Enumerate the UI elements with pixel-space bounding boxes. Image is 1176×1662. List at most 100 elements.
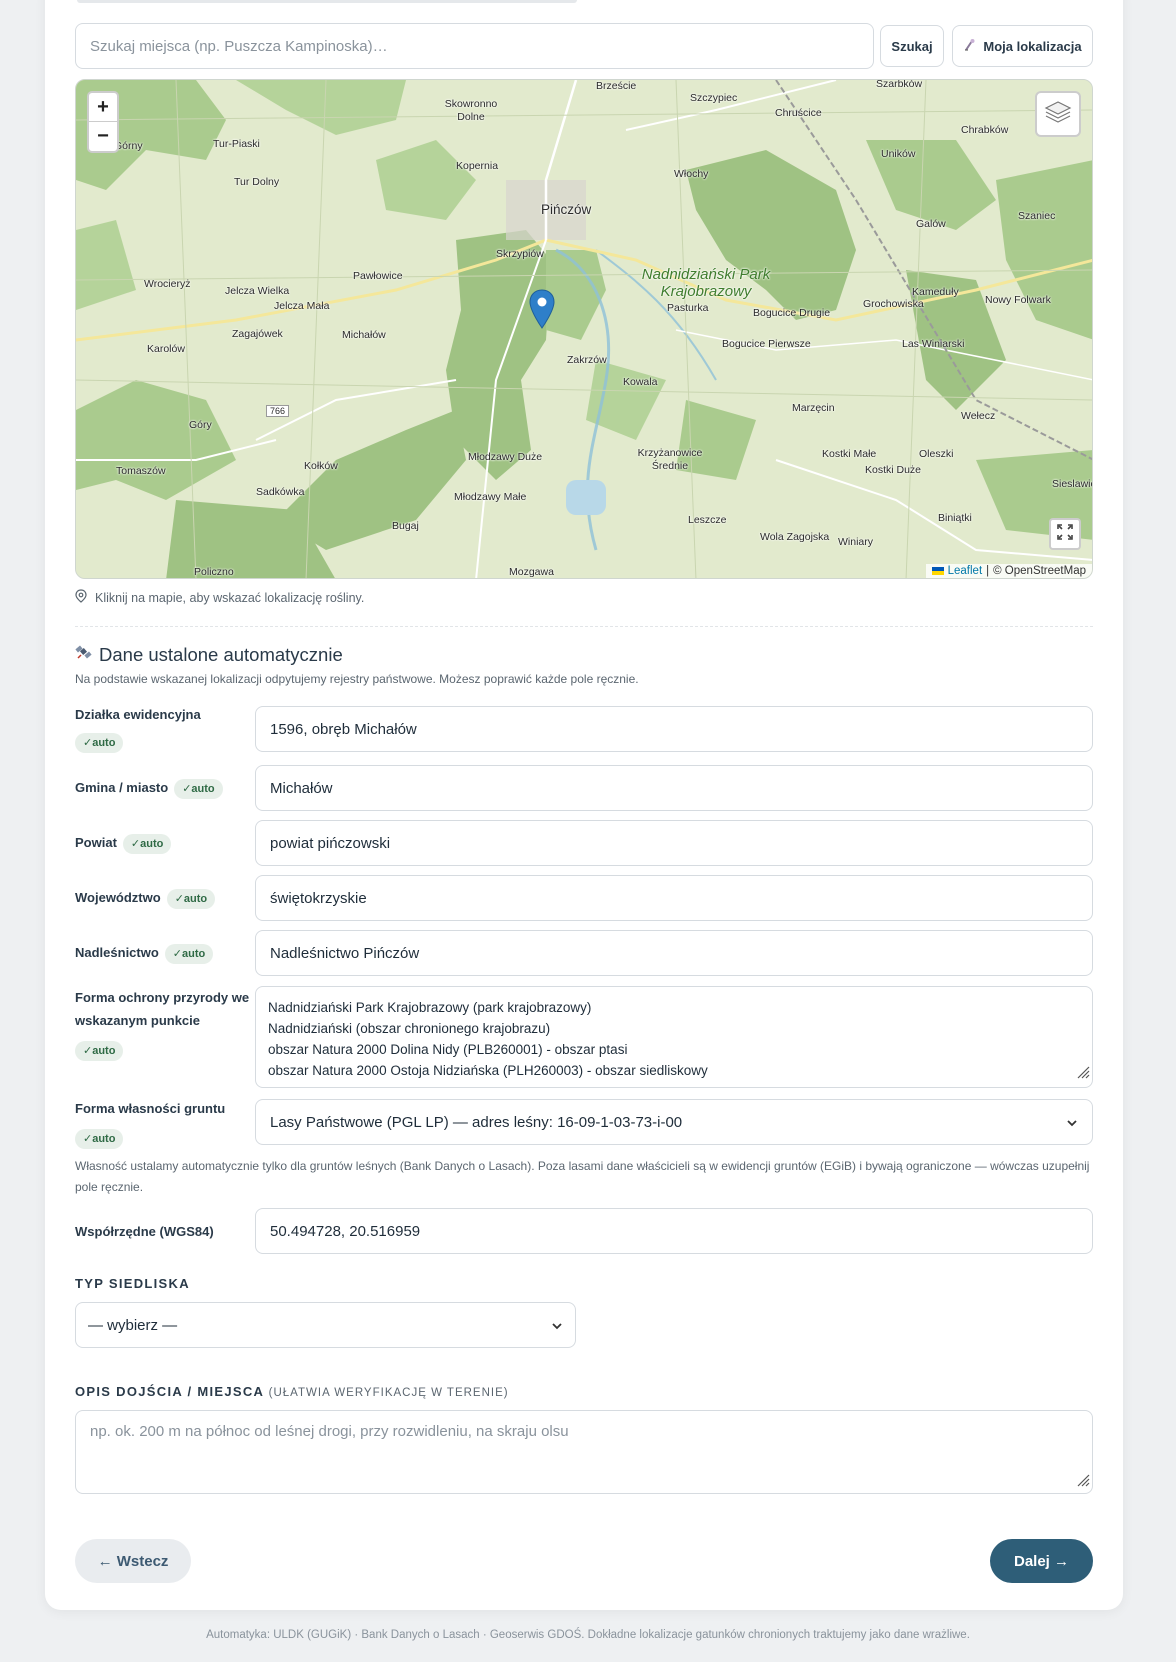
leaflet-link[interactable]: Leaflet xyxy=(948,565,983,577)
search-button-label: Szukaj xyxy=(891,38,933,54)
location-map[interactable]: Brzeście Szarbków Skowronno Dolne Szczyp… xyxy=(75,79,1093,579)
map-label: Szaniec xyxy=(1018,210,1056,222)
map-label: Policzno xyxy=(194,566,234,578)
voivodeship-label-text: Województwo xyxy=(75,890,161,905)
voivodeship-label: Województwo ✓auto xyxy=(75,886,216,909)
auto-section-subtitle: Na podstawie wskazanej lokalizacji odpyt… xyxy=(75,672,639,686)
parcel-field[interactable]: 1596, obręb Michałów xyxy=(255,706,1093,752)
map-label-park: Nadnidziański Park Krajobrazowy xyxy=(641,266,771,300)
map-label: Kostki Małe xyxy=(822,448,877,460)
layers-button[interactable] xyxy=(1035,91,1081,137)
next-button[interactable]: Dalej → xyxy=(990,1539,1093,1583)
map-label: Zakrzów xyxy=(567,354,607,366)
map-label: Szarbków xyxy=(876,79,923,90)
zoom-in-button[interactable]: + xyxy=(89,93,117,122)
map-tiles xyxy=(76,80,1092,578)
map-label: Mozgawa xyxy=(509,566,554,578)
auto-section-title: Dane ustalone automatycznie xyxy=(75,643,343,666)
map-label: Wełecz xyxy=(961,410,996,422)
description-textarea[interactable]: np. ok. 200 m na północ od leśnej drogi,… xyxy=(75,1410,1093,1494)
protection-label-text: Forma ochrony przyrody we wskazanym punk… xyxy=(75,990,250,1028)
map-label: Jelcza Wielka xyxy=(225,285,290,297)
county-field[interactable]: powiat pińczowski xyxy=(255,820,1093,866)
map-label: Bogucice Pierwsze xyxy=(722,338,811,350)
ukraine-flag-icon xyxy=(931,567,944,575)
county-label: Powiat ✓auto xyxy=(75,831,172,854)
habitat-select[interactable]: — wybierz — xyxy=(75,1302,576,1348)
zoom-control: + − xyxy=(87,91,119,153)
my-location-button[interactable]: Moja lokalizacja xyxy=(952,25,1093,67)
resize-grip-icon[interactable] xyxy=(1076,1473,1090,1491)
map-label: Bogucice Drugie xyxy=(753,307,831,319)
map-label: Biniątki xyxy=(938,512,972,524)
map-label: Wrocieryż xyxy=(144,278,191,290)
map-hint: Kliknij na mapie, aby wskazać lokalizacj… xyxy=(75,589,364,606)
ownership-select[interactable]: Lasy Państwowe (PGL LP) — adres leśny: 1… xyxy=(255,1099,1093,1145)
map-label: Winiary xyxy=(838,536,874,548)
coordinates-label: Współrzędne (WGS84) xyxy=(75,1220,214,1243)
map-label: Galów xyxy=(916,218,946,230)
map-label: Kameduły xyxy=(912,286,959,298)
back-button[interactable]: ← Wstecz xyxy=(75,1539,191,1583)
map-label: Skrzypiów xyxy=(496,248,544,260)
county-value: powiat pińczowski xyxy=(270,834,391,852)
map-label: Tomaszów xyxy=(116,465,166,477)
resize-grip-icon[interactable] xyxy=(1076,1064,1090,1085)
forest-district-label: Nadleśnictwo ✓auto xyxy=(75,941,214,964)
location-marker-icon[interactable] xyxy=(529,289,555,334)
search-button[interactable]: Szukaj xyxy=(880,25,944,67)
auto-badge: ✓auto xyxy=(75,732,124,753)
description-label: OPIS DOJŚCIA / MIEJSCA (UŁATWIA WERYFIKA… xyxy=(75,1384,509,1399)
coordinates-field[interactable]: 50.494728, 20.516959 xyxy=(255,1208,1093,1254)
map-label: Chrabków xyxy=(961,124,1009,136)
map-label: Włochy xyxy=(674,168,709,180)
map-label: Uników xyxy=(881,148,916,160)
map-label: Kowala xyxy=(623,376,658,388)
map-label: Tur Dolny xyxy=(234,176,280,188)
protection-line: obszar Natura 2000 Dolina Nidy (PLB26000… xyxy=(268,1042,628,1057)
commune-label-text: Gmina / miasto xyxy=(75,780,169,795)
location-pin-icon xyxy=(963,38,977,55)
commune-label: Gmina / miasto ✓auto xyxy=(75,776,223,799)
map-label: Nowy Folwark xyxy=(985,294,1051,306)
chevron-down-icon xyxy=(551,1317,563,1334)
map-label: Sadkówka xyxy=(256,486,305,498)
map-label: Góry xyxy=(189,419,212,431)
map-label: Zagajówek xyxy=(232,328,283,340)
ownership-note: Własność ustalamy automatycznie tylko dl… xyxy=(75,1159,1090,1194)
map-label: Leszcze xyxy=(688,514,727,526)
map-label: Marzęcin xyxy=(792,402,835,414)
map-label: Kopernia xyxy=(456,160,499,172)
map-label: Sieslawic xyxy=(1052,478,1093,490)
coordinates-value: 50.494728, 20.516959 xyxy=(270,1222,421,1240)
map-label: Michałów xyxy=(342,329,386,341)
map-label: Pawłowice xyxy=(353,270,403,282)
fullscreen-icon xyxy=(1057,523,1073,545)
auto-section-heading: Dane ustalone automatycznie xyxy=(99,643,343,665)
place-search-input[interactable] xyxy=(75,23,874,69)
description-label-text: OPIS DOJŚCIA / MIEJSCA xyxy=(75,1384,264,1399)
map-pin-outline-icon xyxy=(75,589,87,606)
commune-field[interactable]: Michałów xyxy=(255,765,1093,811)
voivodeship-field[interactable]: świętokrzyskie xyxy=(255,875,1093,921)
zoom-out-button[interactable]: − xyxy=(89,122,117,151)
map-label: Pińczów xyxy=(541,202,592,217)
satellite-icon xyxy=(75,643,93,666)
osm-attribution: © OpenStreetMap xyxy=(993,565,1086,577)
protection-line: Nadnidziański Park Krajobrazowy (park kr… xyxy=(268,1000,592,1015)
protection-label: Forma ochrony przyrody we wskazanym punk… xyxy=(75,986,250,1061)
map-label: Tur-Piaski xyxy=(213,138,260,150)
map-search-bar: Szukaj Moja lokalizacja xyxy=(75,23,1093,69)
protection-textarea[interactable]: Nadnidziański Park Krajobrazowy (park kr… xyxy=(255,986,1093,1088)
attribution-separator: | xyxy=(986,565,990,577)
auto-badge: ✓auto xyxy=(174,778,223,799)
auto-badge: ✓auto xyxy=(166,888,216,909)
forest-district-field[interactable]: Nadleśnictwo Pińczów xyxy=(255,930,1093,976)
chevron-down-icon xyxy=(1066,1114,1078,1131)
parcel-value: 1596, obręb Michałów xyxy=(270,720,417,738)
ownership-value: Lasy Państwowe (PGL LP) — adres leśny: 1… xyxy=(270,1113,683,1131)
fullscreen-button[interactable] xyxy=(1049,518,1081,550)
map-label: Jelcza Mała xyxy=(274,300,330,312)
auto-badge: ✓auto xyxy=(164,943,214,964)
map-label: Pasturka xyxy=(667,302,709,314)
